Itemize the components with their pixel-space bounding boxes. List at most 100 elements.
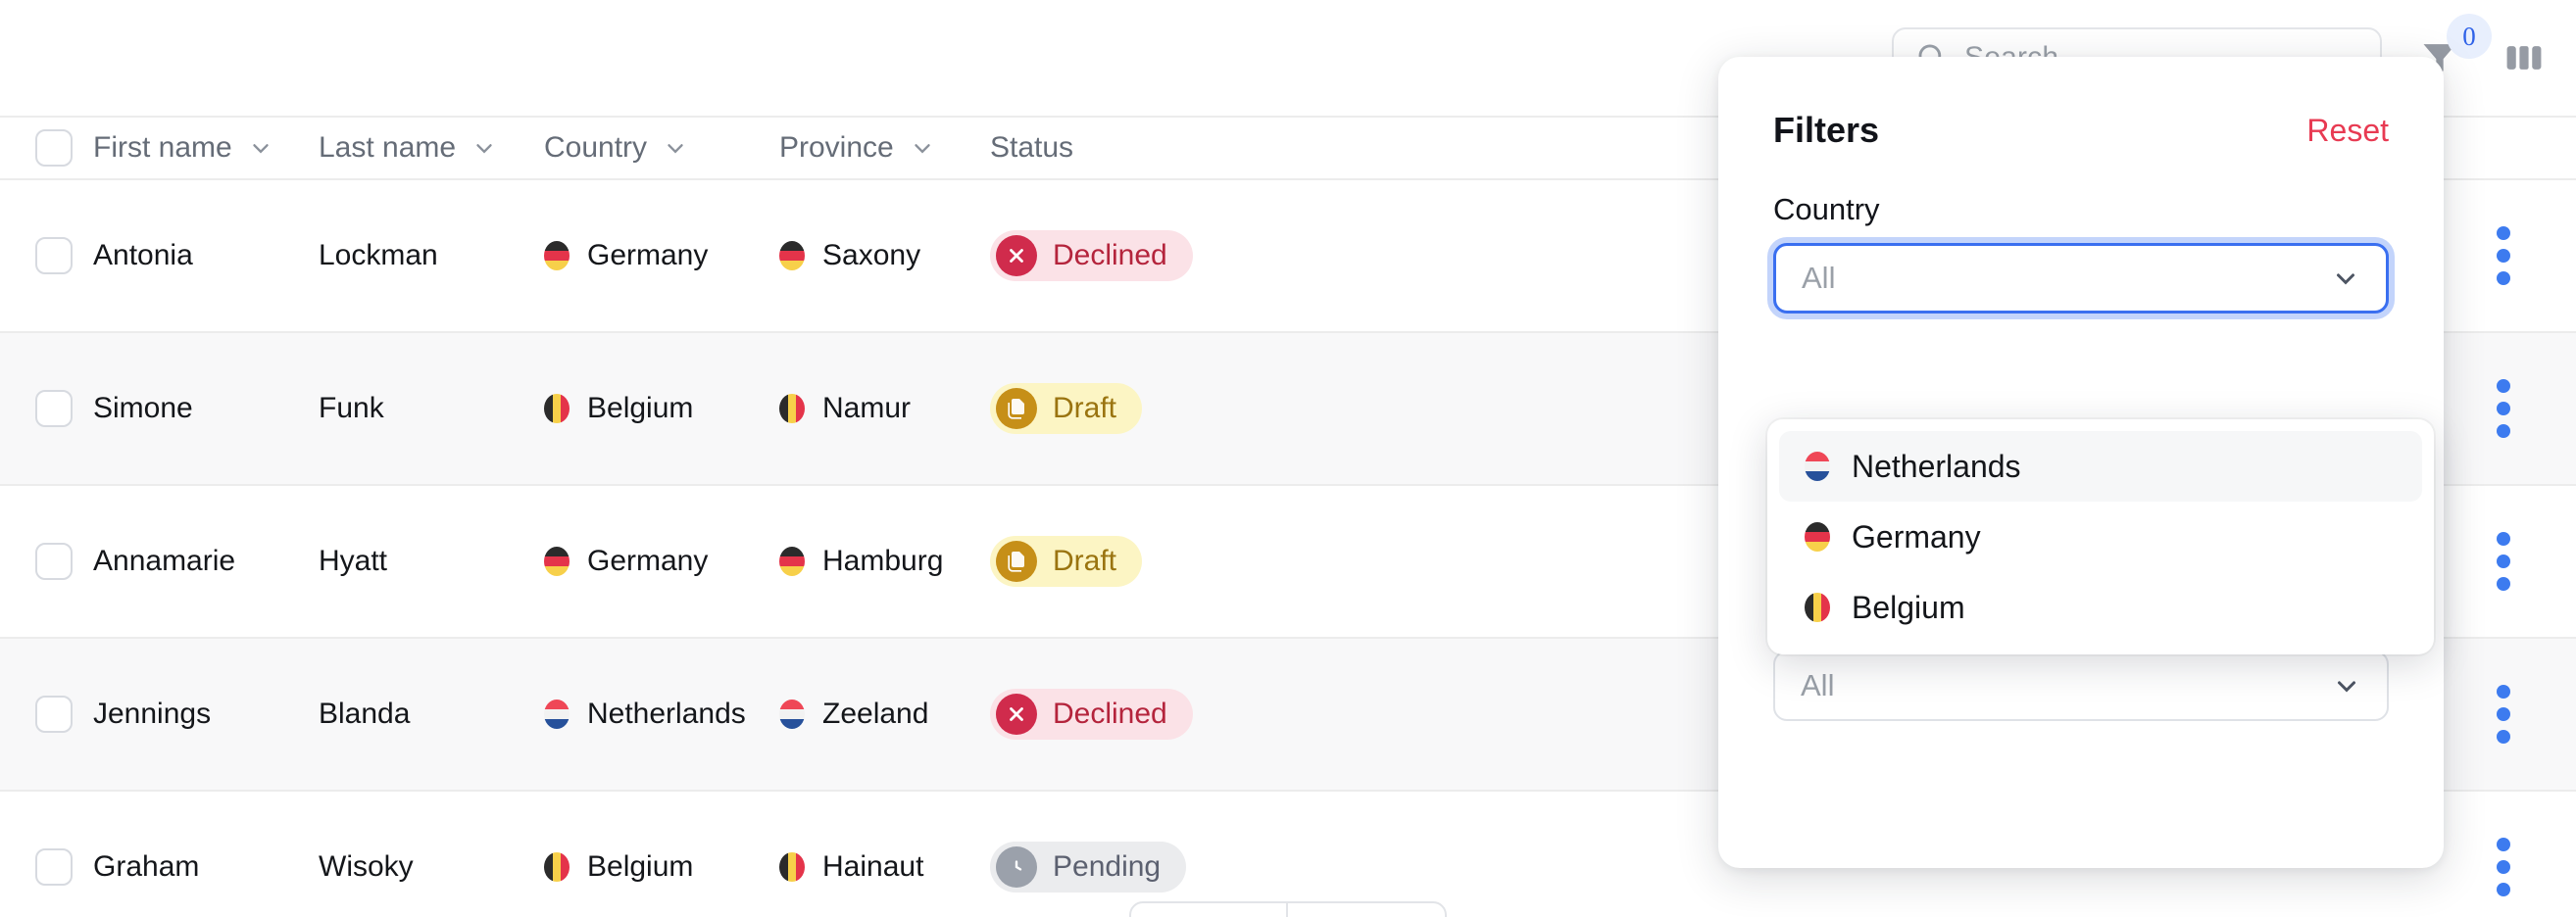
select-all-checkbox[interactable]: [35, 129, 73, 167]
country-filter-select[interactable]: All: [1773, 243, 2389, 314]
cell-last-name: Lockman: [319, 239, 438, 271]
row-actions-cell: [2431, 838, 2576, 896]
flag-icon-be: [544, 852, 570, 882]
column-label: Last name: [319, 131, 457, 164]
flag-icon-nl: [779, 700, 805, 729]
chevron-down-icon: [915, 144, 930, 154]
clock-icon: [996, 846, 1037, 888]
copy-icon: [996, 388, 1037, 429]
x-circle-icon: [996, 694, 1037, 735]
column-label: Status: [990, 131, 1074, 164]
data-table-page: Search 0 First name: [0, 0, 2576, 917]
category-filter-value: All: [1801, 668, 1835, 702]
column-label: First name: [93, 131, 232, 164]
cell-first-name: Jennings: [93, 698, 212, 730]
select-all-cell: [0, 129, 93, 167]
chevron-down-icon: [2338, 681, 2355, 693]
column-header-first-name[interactable]: First name: [93, 131, 319, 165]
status-badge: Declined: [990, 689, 1193, 740]
status-label: Pending: [1053, 850, 1162, 883]
country-option-label: Germany: [1852, 518, 1981, 555]
flag-icon-de: [1805, 522, 1830, 552]
flag-icon-de: [779, 241, 805, 270]
chevron-down-icon: [253, 144, 269, 154]
kebab-menu-icon[interactable]: [2497, 685, 2510, 744]
cell-last-name: Wisoky: [319, 850, 414, 883]
cell-last-name: Hyatt: [319, 545, 388, 577]
country-option-label: Netherlands: [1852, 448, 2021, 484]
kebab-menu-icon[interactable]: [2497, 379, 2510, 438]
cell-first-name: Antonia: [93, 239, 193, 271]
cell-country: Belgium: [544, 392, 779, 425]
cell-last-name: Funk: [319, 392, 384, 424]
pagination: [0, 901, 2576, 917]
country-filter-dropdown: Netherlands Germany Belgium: [1767, 419, 2434, 654]
cell-country: Germany: [544, 239, 779, 272]
cell-country: Netherlands: [544, 698, 779, 731]
reset-filters-button[interactable]: Reset: [2306, 113, 2389, 149]
flag-icon-de: [544, 241, 570, 270]
pagination-control[interactable]: [1129, 901, 1447, 917]
flag-icon-nl: [1805, 452, 1830, 481]
province-label: Zeeland: [822, 698, 929, 730]
country-option-belgium[interactable]: Belgium: [1779, 572, 2422, 643]
row-select-cell: [0, 848, 93, 886]
column-header-country[interactable]: Country: [544, 131, 779, 165]
country-option-netherlands[interactable]: Netherlands: [1779, 431, 2422, 502]
row-actions-cell: [2431, 379, 2576, 438]
column-header-status[interactable]: Status: [990, 131, 1500, 165]
row-actions-cell: [2431, 685, 2576, 744]
kebab-menu-icon[interactable]: [2497, 226, 2510, 285]
pagination-prev[interactable]: [1131, 903, 1288, 917]
pagination-next[interactable]: [1288, 903, 1445, 917]
cell-status: Declined: [990, 689, 1500, 740]
row-select-cell: [0, 543, 93, 580]
status-badge: Pending: [990, 842, 1187, 893]
cell-status: Pending: [990, 842, 1500, 893]
row-select-checkbox[interactable]: [35, 848, 73, 886]
row-select-cell: [0, 696, 93, 733]
row-actions-cell: [2431, 226, 2576, 285]
kebab-menu-icon[interactable]: [2497, 532, 2510, 591]
chevron-down-icon: [2337, 273, 2354, 285]
flag-icon-be: [779, 394, 805, 423]
filters-title: Filters: [1773, 110, 1880, 150]
status-label: Draft: [1053, 392, 1117, 424]
filter-count-badge: 0: [2447, 14, 2492, 59]
columns-button[interactable]: [2494, 27, 2554, 88]
row-select-checkbox[interactable]: [35, 237, 73, 274]
cell-status: Declined: [990, 230, 1500, 281]
status-badge: Declined: [990, 230, 1193, 281]
country-label: Germany: [587, 239, 709, 271]
row-select-cell: [0, 390, 93, 427]
kebab-menu-icon[interactable]: [2497, 838, 2510, 896]
country-option-germany[interactable]: Germany: [1779, 502, 2422, 572]
country-label: Netherlands: [587, 698, 746, 730]
cell-province: Hamburg: [779, 545, 990, 578]
province-label: Saxony: [822, 239, 921, 271]
country-filter-label: Country: [1773, 192, 1880, 226]
province-label: Hainaut: [822, 850, 924, 883]
cell-last-name: Blanda: [319, 698, 411, 730]
status-badge: Draft: [990, 383, 1143, 434]
country-option-label: Belgium: [1852, 589, 1965, 625]
column-header-last-name[interactable]: Last name: [319, 131, 544, 165]
column-header-province[interactable]: Province: [779, 131, 990, 165]
row-select-checkbox[interactable]: [35, 696, 73, 733]
row-select-checkbox[interactable]: [35, 543, 73, 580]
province-label: Hamburg: [822, 545, 944, 577]
cell-province: Hainaut: [779, 850, 990, 884]
row-select-cell: [0, 237, 93, 274]
cell-province: Namur: [779, 392, 990, 425]
cell-status: Draft: [990, 383, 1500, 434]
flag-icon-be: [544, 394, 570, 423]
x-circle-icon: [996, 235, 1037, 276]
cell-country: Germany: [544, 545, 779, 578]
country-label: Belgium: [587, 392, 694, 424]
cell-first-name: Annamarie: [93, 545, 236, 577]
row-select-checkbox[interactable]: [35, 390, 73, 427]
chevron-down-icon: [668, 144, 683, 154]
category-filter-select[interactable]: All: [1773, 651, 2389, 721]
flag-icon-be: [1805, 593, 1830, 622]
cell-first-name: Graham: [93, 850, 200, 883]
